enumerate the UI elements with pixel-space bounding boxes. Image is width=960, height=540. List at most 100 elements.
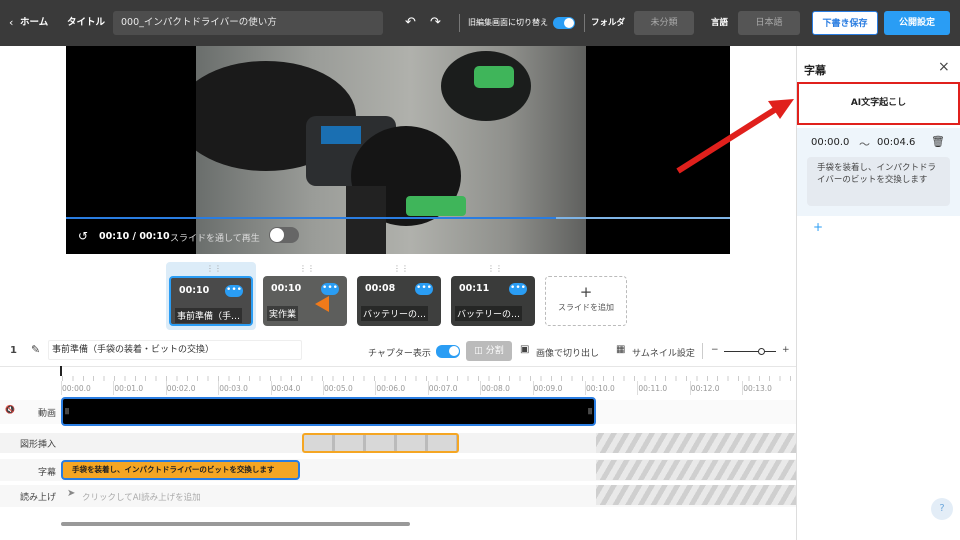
timeline-tick-line — [375, 381, 377, 395]
chapter-toggle[interactable] — [436, 345, 460, 358]
slide-thumbnail[interactable]: 00:10 ••• 事前準備（手… — [169, 276, 253, 326]
slide-thumbnail[interactable]: 00:10 ••• 実作業 — [263, 276, 347, 326]
subtitle-entry[interactable]: 00:00.0 〜 00:04.6 🗑 手袋を装着し、インパクトドライバーのビッ… — [797, 128, 960, 216]
mute-icon[interactable]: 🔇 — [5, 405, 15, 414]
drag-handle-icon[interactable]: ⋮⋮ — [299, 264, 315, 273]
zoom-in-button[interactable]: + — [782, 345, 790, 355]
empty-region — [596, 485, 796, 505]
playhead[interactable] — [60, 366, 62, 376]
timeline-tick-line — [585, 381, 586, 395]
narration-placeholder[interactable]: クリックしてAI読み上げを追加 — [82, 491, 201, 503]
empty-region — [596, 433, 796, 453]
slide-thumbnail[interactable]: 00:11 ••• バッテリーの… — [451, 276, 535, 326]
timeline-tick: 00:05.0 — [324, 384, 353, 393]
add-slide-button[interactable]: + スライドを追加 — [545, 276, 627, 326]
language-select[interactable]: 日本語 — [738, 11, 800, 35]
timeline-scrollbar[interactable] — [61, 522, 410, 526]
timeline-tick-line — [323, 381, 324, 395]
zoom-slider[interactable] — [724, 351, 776, 352]
add-subtitle-button[interactable]: + — [813, 220, 823, 234]
more-options-icon[interactable]: ••• — [509, 283, 527, 295]
crop-label[interactable]: 画像で切り出し — [536, 346, 599, 359]
timeline-tick-line — [637, 381, 639, 395]
thumbnail-label[interactable]: サムネイル設定 — [632, 346, 695, 359]
help-button[interactable]: ? — [931, 498, 953, 520]
tilde: 〜 — [859, 138, 870, 151]
shape-clip[interactable] — [302, 433, 459, 453]
timeline-tick-line — [532, 381, 534, 395]
timeline-tick-line — [113, 381, 115, 395]
time-display: 00:10 / 00:10 — [99, 231, 170, 242]
zoom-slider-knob[interactable] — [758, 348, 765, 355]
old-editor-toggle[interactable] — [553, 17, 575, 29]
subtitle-text-area[interactable]: 手袋を装着し、インパクトドライバーのビットを交換します — [807, 157, 950, 206]
slide-label: 実作業 — [267, 306, 299, 321]
top-bar: ‹ ホーム タイトル 000_インパクトドライバーの使い方 ↶ ↷ 旧編集画面に… — [0, 0, 960, 46]
thumbnail-icon[interactable]: ▦ — [616, 344, 625, 355]
timeline-tick: 00:02.0 — [166, 384, 196, 393]
timeline-tick-line — [427, 381, 429, 395]
plus-icon: + — [579, 283, 593, 301]
publish-settings-button[interactable]: 公開設定 — [884, 11, 950, 35]
slide-time: 00:10 — [179, 285, 210, 296]
video-progress-remaining — [556, 217, 730, 219]
slide-title-input[interactable]: 事前準備（手袋の装着・ビットの交換） — [48, 340, 302, 360]
save-draft-button[interactable]: 下書き保存 — [812, 11, 878, 35]
more-options-icon[interactable]: ••• — [415, 283, 433, 295]
clip-handle-left[interactable]: || — [65, 408, 69, 415]
home-link[interactable]: ホーム — [20, 0, 48, 46]
redo-icon[interactable]: ↷ — [430, 0, 441, 46]
drag-handle-icon[interactable]: ⋮⋮ — [206, 264, 222, 273]
title-input[interactable]: 000_インパクトドライバーの使い方 — [113, 11, 383, 35]
red-arrow-annotation — [676, 99, 794, 174]
end-time-field[interactable]: 00:04.6 — [877, 137, 915, 148]
video-preview[interactable]: ↺ 00:10 / 00:10 スライドを通して再生 — [66, 46, 730, 254]
video-clip[interactable]: || || — [61, 397, 596, 426]
divider — [702, 343, 703, 359]
split-icon: ◫ — [474, 346, 483, 356]
play-through-label: スライドを通して再生 — [170, 234, 260, 244]
replay-icon[interactable]: ↺ — [78, 229, 88, 243]
pencil-icon[interactable]: ✎ — [31, 343, 40, 356]
video-frame — [176, 46, 586, 254]
toggle-knob — [270, 228, 284, 242]
crop-icon[interactable]: ▣ — [520, 344, 529, 355]
drag-handle-icon[interactable]: ⋮⋮ — [487, 264, 503, 273]
timeline-tick-line — [218, 381, 220, 395]
timeline-tick: 00:13.0 — [743, 384, 772, 393]
track-label-video: 動画 — [37, 409, 56, 419]
timeline-tick-line — [165, 381, 167, 395]
arrow-icon — [315, 296, 329, 312]
panel-title: 字幕 — [804, 64, 826, 77]
trash-icon[interactable]: 🗑 — [931, 135, 945, 148]
slide-label: バッテリーの… — [455, 306, 523, 321]
zoom-out-button[interactable]: − — [711, 345, 719, 355]
timeline-top-border — [0, 366, 796, 367]
timeline-tick-line — [689, 381, 691, 395]
undo-icon[interactable]: ↶ — [405, 0, 416, 46]
timeline-tick-line — [61, 381, 62, 395]
timeline-tick: 00:09.0 — [533, 384, 563, 393]
slide-time: 00:08 — [365, 283, 396, 294]
slide-label: 事前準備（手… — [175, 308, 243, 323]
timeline-tick-line — [480, 381, 482, 395]
close-icon[interactable]: × — [938, 59, 950, 75]
folder-select[interactable]: 未分類 — [634, 11, 694, 35]
drag-handle-icon[interactable]: ⋮⋮ — [393, 264, 409, 273]
clip-handle-right[interactable]: || — [588, 408, 592, 415]
subtitle-clip[interactable]: 手袋を装着し、インパクトドライバーのビットを交換します — [61, 460, 300, 480]
add-slide-label: スライドを追加 — [558, 303, 614, 312]
slide-thumbnail[interactable]: 00:08 ••• バッテリーの… — [357, 276, 441, 326]
more-options-icon[interactable]: ••• — [321, 283, 339, 295]
slide-time: 00:11 — [459, 283, 490, 294]
timeline-tick: 00:01.0 — [114, 384, 144, 393]
start-time-field[interactable]: 00:00.0 — [811, 137, 849, 148]
ai-transcribe-button[interactable]: AI文字起こし — [797, 82, 960, 125]
timeline-tick: 00:12.0 — [690, 384, 720, 393]
timeline-tick: 00:03.0 — [219, 384, 248, 393]
title-label: タイトル — [67, 17, 106, 28]
play-through-toggle[interactable] — [269, 227, 299, 243]
back-chevron-icon[interactable]: ‹ — [9, 0, 13, 46]
split-button[interactable]: ◫ 分割 — [466, 341, 512, 361]
more-options-icon[interactable]: ••• — [225, 285, 243, 297]
